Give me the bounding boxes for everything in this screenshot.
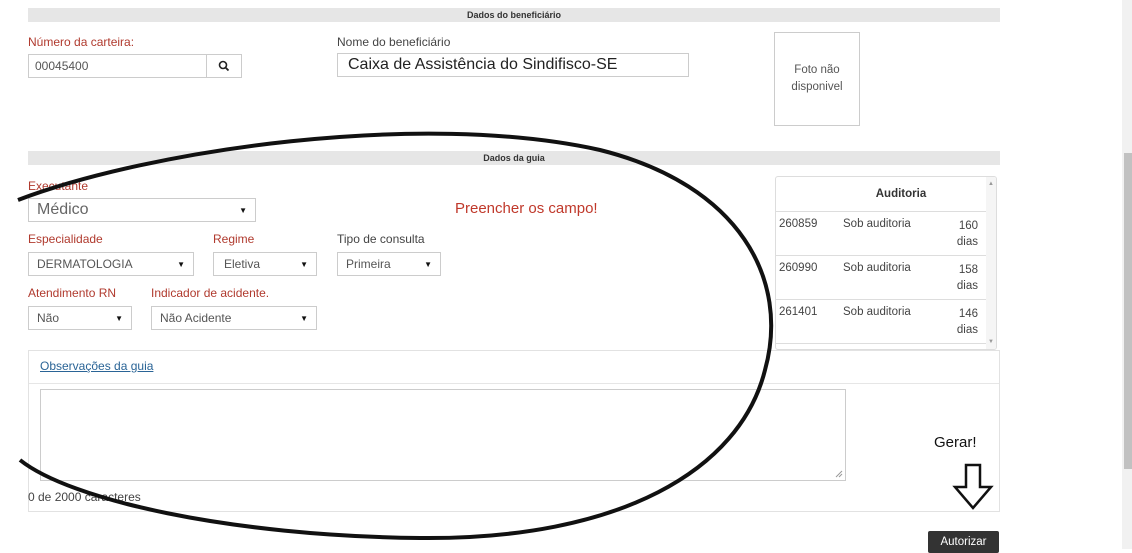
especialidade-value: DERMATOLOGIA — [37, 257, 133, 271]
autorizar-button[interactable]: Autorizar — [928, 531, 999, 553]
search-button[interactable] — [206, 54, 242, 78]
auditoria-status: Sob auditoria — [843, 306, 911, 318]
caret-down-icon: ▼ — [300, 259, 308, 269]
page-scrollbar-thumb[interactable] — [1124, 153, 1132, 469]
observacoes-header — [29, 351, 999, 384]
auditoria-id: 261401 — [779, 306, 818, 318]
caret-down-icon: ▼ — [115, 313, 123, 323]
auditoria-scrollbar[interactable]: ▲ ▼ — [986, 177, 996, 349]
scroll-down-icon[interactable]: ▼ — [988, 339, 994, 345]
scroll-up-icon[interactable]: ▲ — [988, 181, 994, 187]
especialidade-label: Especialidade — [28, 232, 103, 246]
gerar-annotation: Gerar! — [934, 434, 977, 451]
auditoria-days: 158 dias — [956, 264, 978, 292]
guia-section-title: Dados da guia — [28, 151, 1000, 165]
caret-down-icon: ▼ — [177, 259, 185, 269]
preencher-annotation: Preencher os campo! — [455, 200, 598, 217]
resize-handle-icon[interactable] — [835, 470, 843, 478]
auditoria-row[interactable]: 260859 Sob auditoria 160 dias — [776, 212, 996, 256]
auditoria-status: Sob auditoria — [843, 218, 911, 230]
carteira-label: Número da carteira: — [28, 35, 135, 49]
foto-placeholder: Foto não disponivel — [774, 32, 860, 126]
auditoria-row[interactable]: 261401 Sob auditoria 146 dias — [776, 300, 996, 344]
atendimento-rn-label: Atendimento RN — [28, 286, 117, 300]
especialidade-select[interactable]: DERMATOLOGIA ▼ — [28, 252, 194, 276]
auditoria-title: Auditoria — [776, 177, 996, 212]
nome-label: Nome do beneficiário — [337, 35, 451, 49]
atendimento-rn-select[interactable]: Não ▼ — [28, 306, 132, 330]
regime-label: Regime — [213, 232, 255, 246]
auditoria-panel: Auditoria 260859 Sob auditoria 160 dias 2… — [775, 176, 997, 350]
regime-value: Eletiva — [224, 257, 261, 271]
carteira-input[interactable]: 00045400 — [28, 54, 208, 78]
regime-select[interactable]: Eletiva ▼ — [213, 252, 317, 276]
acidente-select[interactable]: Não Acidente ▼ — [151, 306, 317, 330]
carteira-value: 00045400 — [35, 59, 89, 73]
auditoria-row[interactable]: 260990 Sob auditoria 158 dias — [776, 256, 996, 300]
auditoria-days: 146 dias — [956, 308, 978, 336]
tipo-consulta-value: Primeira — [346, 257, 391, 271]
executante-label: Executante — [28, 179, 89, 193]
acidente-value: Não Acidente — [160, 311, 232, 325]
tipo-consulta-select[interactable]: Primeira ▼ — [337, 252, 441, 276]
executante-select[interactable]: Médico ▼ — [28, 198, 256, 222]
caret-down-icon: ▼ — [239, 205, 247, 215]
tipo-consulta-label: Tipo de consulta — [337, 232, 425, 246]
auditoria-days: 160 dias — [956, 220, 978, 248]
acidente-label: Indicador de acidente. — [151, 286, 270, 300]
atendimento-rn-value: Não — [37, 311, 60, 325]
observacoes-textarea[interactable] — [40, 389, 846, 481]
character-counter: 0 de 2000 caracteres — [28, 490, 141, 504]
foto-text: Foto não disponivel — [791, 64, 843, 93]
auditoria-status: Sob auditoria — [843, 262, 911, 274]
beneficiario-section-title: Dados do beneficiário — [28, 8, 1000, 22]
caret-down-icon: ▼ — [424, 259, 432, 269]
nome-input[interactable]: Caixa de Assistência do Sindifisco-SE — [337, 53, 689, 77]
arrow-down-icon — [952, 463, 994, 510]
auditoria-id: 260990 — [779, 262, 818, 274]
nome-value: Caixa de Assistência do Sindifisco-SE — [348, 56, 618, 73]
executante-value: Médico — [37, 201, 89, 218]
observacoes-link[interactable]: Observações da guia — [40, 359, 153, 373]
auditoria-id: 260859 — [779, 218, 818, 230]
caret-down-icon: ▼ — [300, 313, 308, 323]
search-icon — [218, 60, 230, 72]
